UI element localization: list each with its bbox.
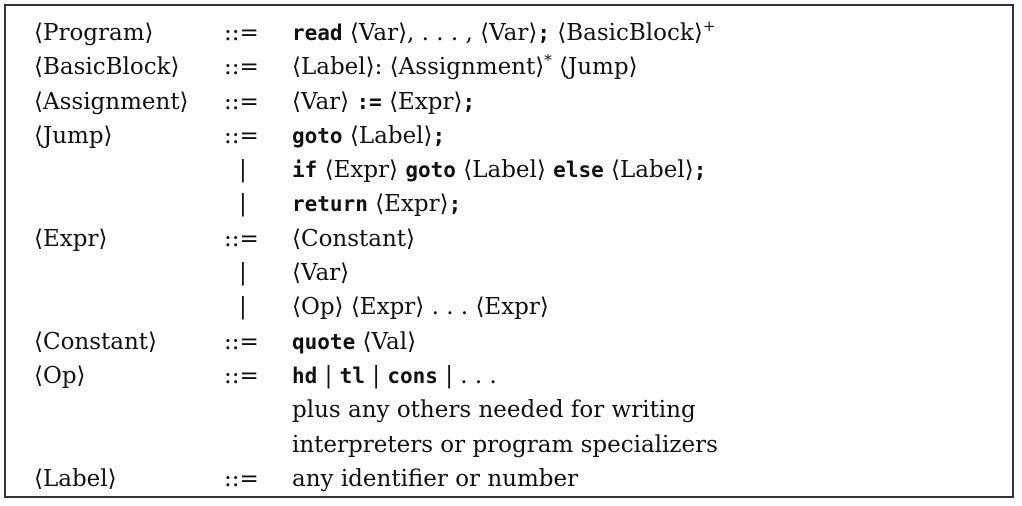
rhs-text: |: [317, 362, 340, 389]
alternative-bar: |: [239, 294, 247, 321]
keyword: cons: [387, 363, 438, 388]
rhs-text: ⟨Var⟩: [292, 260, 350, 287]
superscript: +: [702, 17, 716, 35]
rhs-text: any identifier or number: [292, 465, 579, 492]
production-rhs: if ⟨Expr⟩ goto ⟨Label⟩ else ⟨Label⟩;: [292, 153, 706, 187]
production-rhs: ⟨Var⟩: [292, 256, 349, 290]
grammar-box: ⟨Program⟩::= read ⟨Var⟩, . . . , ⟨Var⟩; ⟨…: [4, 4, 1014, 498]
rhs-text: ⟨Expr⟩: [317, 157, 406, 184]
nonterminal-lhs: ⟨Label⟩: [34, 465, 117, 492]
production-operator: ::=: [224, 362, 259, 389]
rhs-text: |: [364, 362, 388, 389]
rhs-text: ⟨Constant⟩: [292, 225, 416, 252]
keyword: ;: [448, 192, 462, 217]
rhs-text: ⟨Label⟩: [603, 157, 694, 184]
nonterminal-lhs: ⟨Program⟩: [34, 20, 154, 46]
keyword: goto: [405, 158, 456, 183]
production-operator: ::=: [224, 328, 259, 355]
rhs-text: ⟨Jump⟩: [551, 54, 638, 81]
production-rhs: return ⟨Expr⟩;: [292, 187, 461, 221]
rhs-text: ⟨Label⟩: ⟨Assignment⟩: [292, 54, 545, 81]
rhs-text: ⟨Expr⟩: [367, 191, 449, 218]
superscript: *: [544, 51, 552, 70]
keyword: goto: [292, 123, 343, 148]
keyword: else: [553, 158, 604, 183]
nonterminal-lhs: ⟨Constant⟩: [34, 328, 158, 355]
rhs-text: interpreters or program specializers: [292, 431, 718, 458]
nonterminal-lhs: ⟨Jump⟩: [34, 122, 113, 149]
keyword: return: [292, 192, 368, 217]
rhs-text: ⟨Expr⟩: [381, 88, 463, 115]
nonterminal-lhs: ⟨BasicBlock⟩: [34, 54, 180, 81]
alternative-bar: |: [239, 191, 247, 218]
rhs-text: | . . .: [437, 362, 497, 389]
production-rhs: ⟨Label⟩: ⟨Assignment⟩* ⟨Jump⟩: [292, 50, 638, 84]
production-operator: ::=: [224, 225, 259, 252]
keyword: ;: [537, 21, 550, 45]
keyword: ;: [462, 89, 476, 114]
rhs-text: plus any others needed for writing: [292, 397, 696, 424]
keyword: hd: [292, 363, 318, 388]
production-rhs: plus any others needed for writing: [292, 393, 696, 427]
production-rhs: goto ⟨Label⟩;: [292, 119, 445, 153]
production-rhs: any identifier or number: [292, 462, 578, 496]
production-operator: ::=: [224, 54, 259, 81]
nonterminal-lhs: ⟨Op⟩: [34, 362, 86, 389]
keyword: ;: [693, 158, 707, 183]
alternative-bar: |: [239, 157, 247, 184]
alternative-bar: |: [239, 260, 247, 287]
production-rhs: read ⟨Var⟩, . . . , ⟨Var⟩; ⟨BasicBlock⟩+: [292, 16, 715, 50]
production-rhs: hd | tl | cons | . . .: [292, 359, 497, 393]
production-rhs: quote ⟨Val⟩: [292, 325, 416, 359]
nonterminal-lhs: ⟨Expr⟩: [34, 225, 108, 252]
production-rhs: ⟨Var⟩ := ⟨Expr⟩;: [292, 85, 475, 119]
rhs-text: ⟨Var⟩, . . . , ⟨Var⟩: [342, 20, 538, 46]
keyword: if: [292, 158, 318, 183]
production-operator: ::=: [224, 122, 259, 149]
production-rhs: interpreters or program specializers: [292, 428, 718, 462]
production-rhs: ⟨Constant⟩: [292, 222, 415, 256]
rhs-text: ⟨Var⟩: [292, 88, 357, 115]
keyword: tl: [339, 363, 365, 388]
rhs-text: ⟨Op⟩ ⟨Expr⟩ . . . ⟨Expr⟩: [292, 294, 549, 321]
keyword: read: [292, 21, 343, 45]
keyword: ;: [432, 123, 446, 148]
rhs-text: ⟨Val⟩: [355, 328, 417, 355]
production-operator: ::=: [224, 88, 259, 115]
rhs-text: ⟨Label⟩: [342, 122, 433, 149]
rhs-text: ⟨Label⟩: [455, 157, 554, 184]
production-operator: ::=: [224, 20, 259, 46]
keyword: quote: [292, 329, 356, 354]
keyword: :=: [356, 89, 382, 114]
production-operator: ::=: [224, 465, 259, 492]
nonterminal-lhs: ⟨Assignment⟩: [34, 88, 189, 115]
production-rhs: ⟨Op⟩ ⟨Expr⟩ . . . ⟨Expr⟩: [292, 290, 549, 324]
rhs-text: ⟨BasicBlock⟩: [549, 20, 703, 46]
